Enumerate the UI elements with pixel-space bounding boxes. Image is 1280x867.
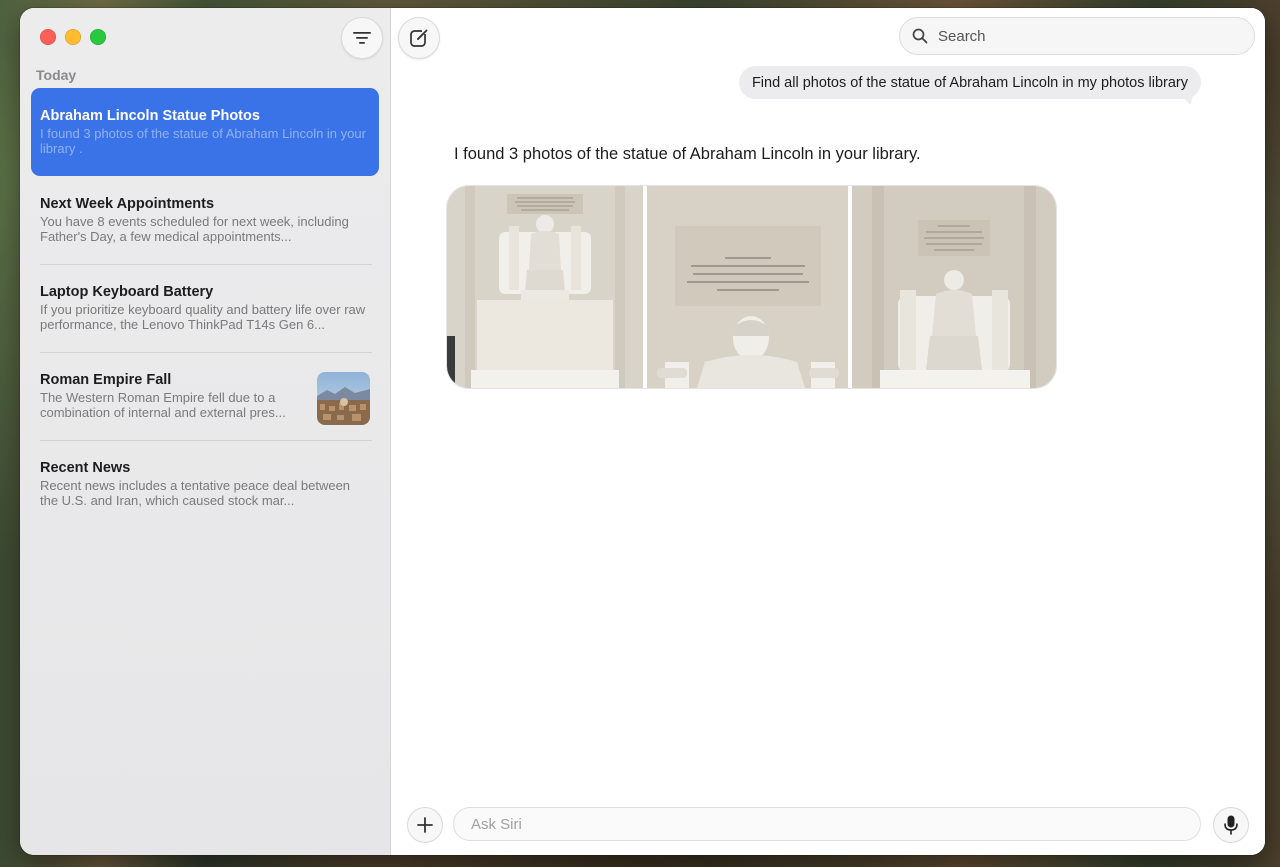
dictation-button[interactable] xyxy=(1213,807,1249,843)
microphone-icon xyxy=(1224,815,1238,835)
user-message-text: Find all photos of the statue of Abraham… xyxy=(751,74,1188,91)
user-message-bubble: Find all photos of the statue of Abraham… xyxy=(738,66,1201,99)
chat-panel: Find all photos of the statue of Abraham… xyxy=(391,8,1265,855)
conversation-title: Laptop Keyboard Battery xyxy=(40,284,214,300)
filter-lines-icon xyxy=(353,32,371,44)
search-field[interactable] xyxy=(899,17,1255,55)
conversation-title: Abraham Lincoln Statue Photos xyxy=(40,108,260,124)
conversation-item-laptop-keyboard[interactable]: Laptop Keyboard Battery If you prioritiz… xyxy=(31,264,379,352)
filter-button[interactable] xyxy=(341,17,383,59)
search-input[interactable] xyxy=(936,26,1230,46)
ask-siri-input[interactable] xyxy=(469,814,1173,834)
conversation-title: Recent News xyxy=(40,460,131,476)
composer-bar xyxy=(407,807,1249,843)
conversation-thumbnail xyxy=(317,372,370,425)
photo-results xyxy=(447,186,1056,388)
conversation-item-recent-news[interactable]: Recent News Recent news includes a tenta… xyxy=(31,440,379,528)
conversation-item-roman-empire[interactable]: Roman Empire Fall The Western Roman Empi… xyxy=(31,352,379,440)
conversation-item-appointments[interactable]: Next Week Appointments You have 8 events… xyxy=(31,176,379,264)
conversation-snippet: The Western Roman Empire fell due to a c… xyxy=(40,391,286,420)
conversation-snippet: You have 8 events scheduled for next wee… xyxy=(40,215,349,244)
photo-result-3[interactable] xyxy=(852,186,1056,388)
app-window: Today Abraham Lincoln Statue Photos I fo… xyxy=(20,8,1265,855)
section-label-today: Today xyxy=(36,67,77,83)
assistant-message: I found 3 photos of the statue of Abraha… xyxy=(454,145,921,163)
conversation-title: Next Week Appointments xyxy=(40,196,215,212)
window-controls xyxy=(40,29,106,45)
search-icon xyxy=(912,28,928,44)
sidebar: Today Abraham Lincoln Statue Photos I fo… xyxy=(20,8,391,855)
compose-icon xyxy=(410,28,429,47)
conversation-list: Abraham Lincoln Statue Photos I found 3 … xyxy=(31,88,379,528)
zoom-window-button[interactable] xyxy=(90,29,106,45)
conversation-item-lincoln-photos[interactable]: Abraham Lincoln Statue Photos I found 3 … xyxy=(31,88,379,176)
conversation-snippet: Recent news includes a tentative peace d… xyxy=(40,479,351,508)
conversation-snippet: If you prioritize keyboard quality and b… xyxy=(40,303,366,332)
ask-siri-field[interactable] xyxy=(453,807,1201,841)
photo-result-1[interactable] xyxy=(447,186,643,388)
minimize-window-button[interactable] xyxy=(65,29,81,45)
conversation-snippet: I found 3 photos of the statue of Abraha… xyxy=(40,127,366,156)
photo-result-2[interactable] xyxy=(647,186,848,388)
new-chat-button[interactable] xyxy=(398,17,440,59)
add-attachment-button[interactable] xyxy=(407,807,443,843)
plus-icon xyxy=(417,817,433,833)
close-window-button[interactable] xyxy=(40,29,56,45)
